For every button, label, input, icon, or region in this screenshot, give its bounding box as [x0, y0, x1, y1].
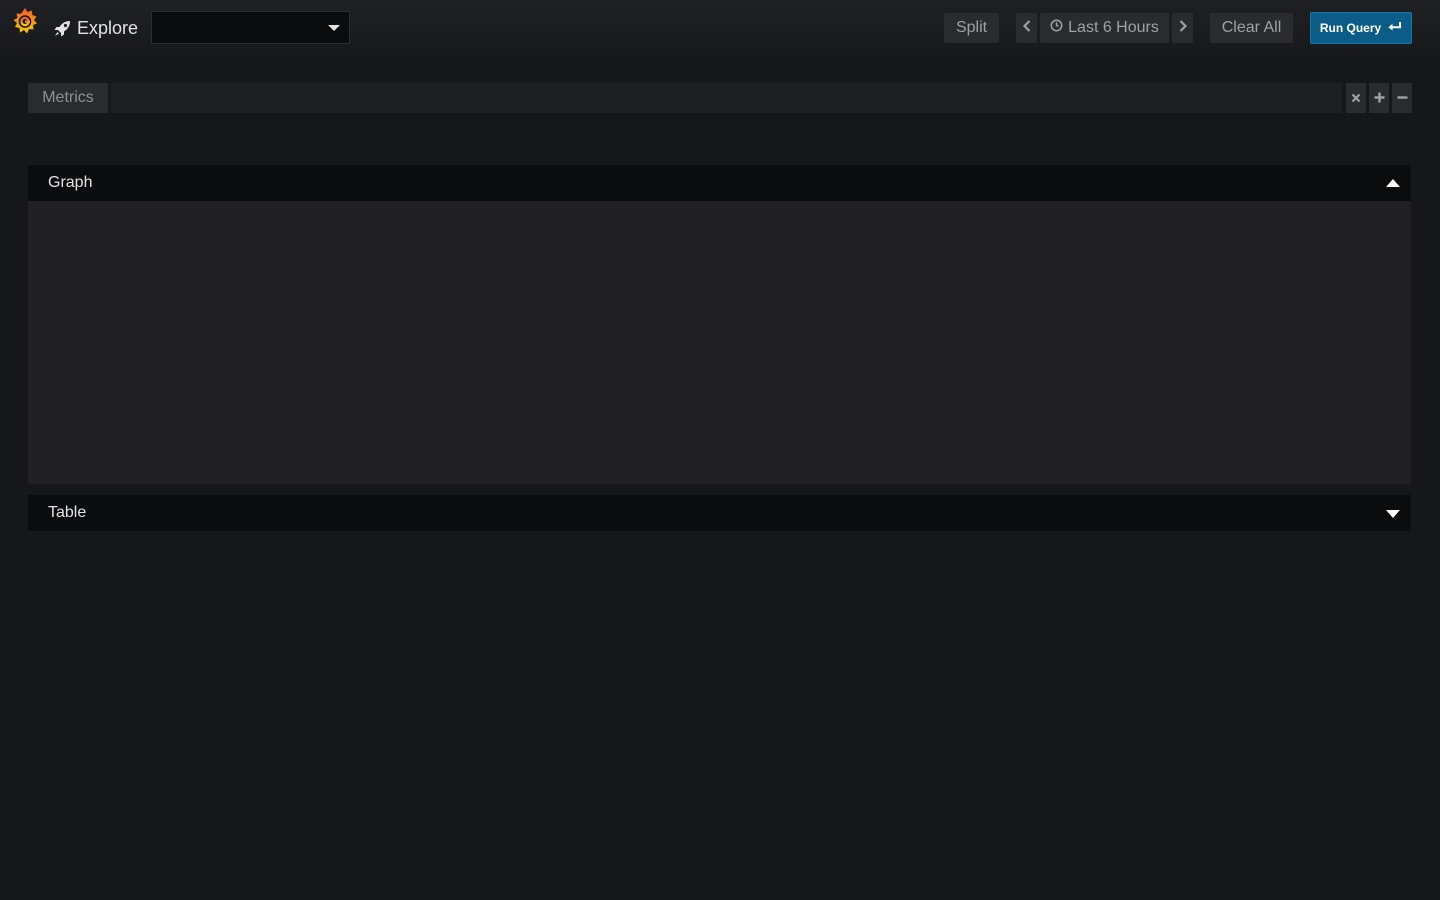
caret-down-icon [328, 25, 340, 31]
page-title-label: Explore [77, 17, 139, 38]
time-prev-button[interactable] [1016, 13, 1037, 43]
remove-query-button[interactable] [1346, 83, 1366, 113]
datasource-picker[interactable] [151, 11, 350, 44]
close-icon [1351, 90, 1361, 107]
clear-all-button[interactable]: Clear All [1210, 13, 1293, 43]
time-range-picker[interactable]: Last 6 Hours [1040, 13, 1169, 43]
clock-icon [1050, 19, 1063, 37]
run-query-button[interactable]: Run Query [1310, 12, 1412, 44]
time-range-label: Last 6 Hours [1068, 19, 1159, 36]
run-query-label: Run Query [1319, 21, 1382, 35]
chevron-right-icon [1178, 19, 1188, 37]
grafana-logo-icon[interactable] [8, 5, 42, 39]
remove-row-button[interactable] [1392, 83, 1412, 113]
time-next-button[interactable] [1172, 13, 1193, 43]
graph-panel-toggle[interactable]: Graph [28, 165, 1411, 201]
rocket-icon [54, 20, 71, 37]
query-row: Metrics [28, 82, 1412, 113]
chevron-left-icon [1022, 19, 1032, 37]
split-button[interactable]: Split [944, 13, 999, 43]
page-title: Explore [54, 16, 138, 40]
graph-panel-body [28, 201, 1411, 484]
top-navbar: Explore Split Last 6 Hours Clear All Run… [0, 0, 1440, 56]
add-query-button[interactable] [1369, 83, 1389, 113]
caret-up-icon [1386, 179, 1400, 187]
table-panel-title: Table [48, 504, 87, 521]
query-input[interactable] [111, 83, 1342, 113]
enter-icon [1387, 21, 1402, 35]
table-panel-toggle[interactable]: Table [28, 495, 1411, 531]
graph-panel-title: Graph [48, 174, 93, 191]
plus-icon [1374, 90, 1385, 107]
caret-down-icon [1386, 510, 1400, 518]
minus-icon [1397, 90, 1408, 107]
query-label: Metrics [28, 83, 108, 113]
